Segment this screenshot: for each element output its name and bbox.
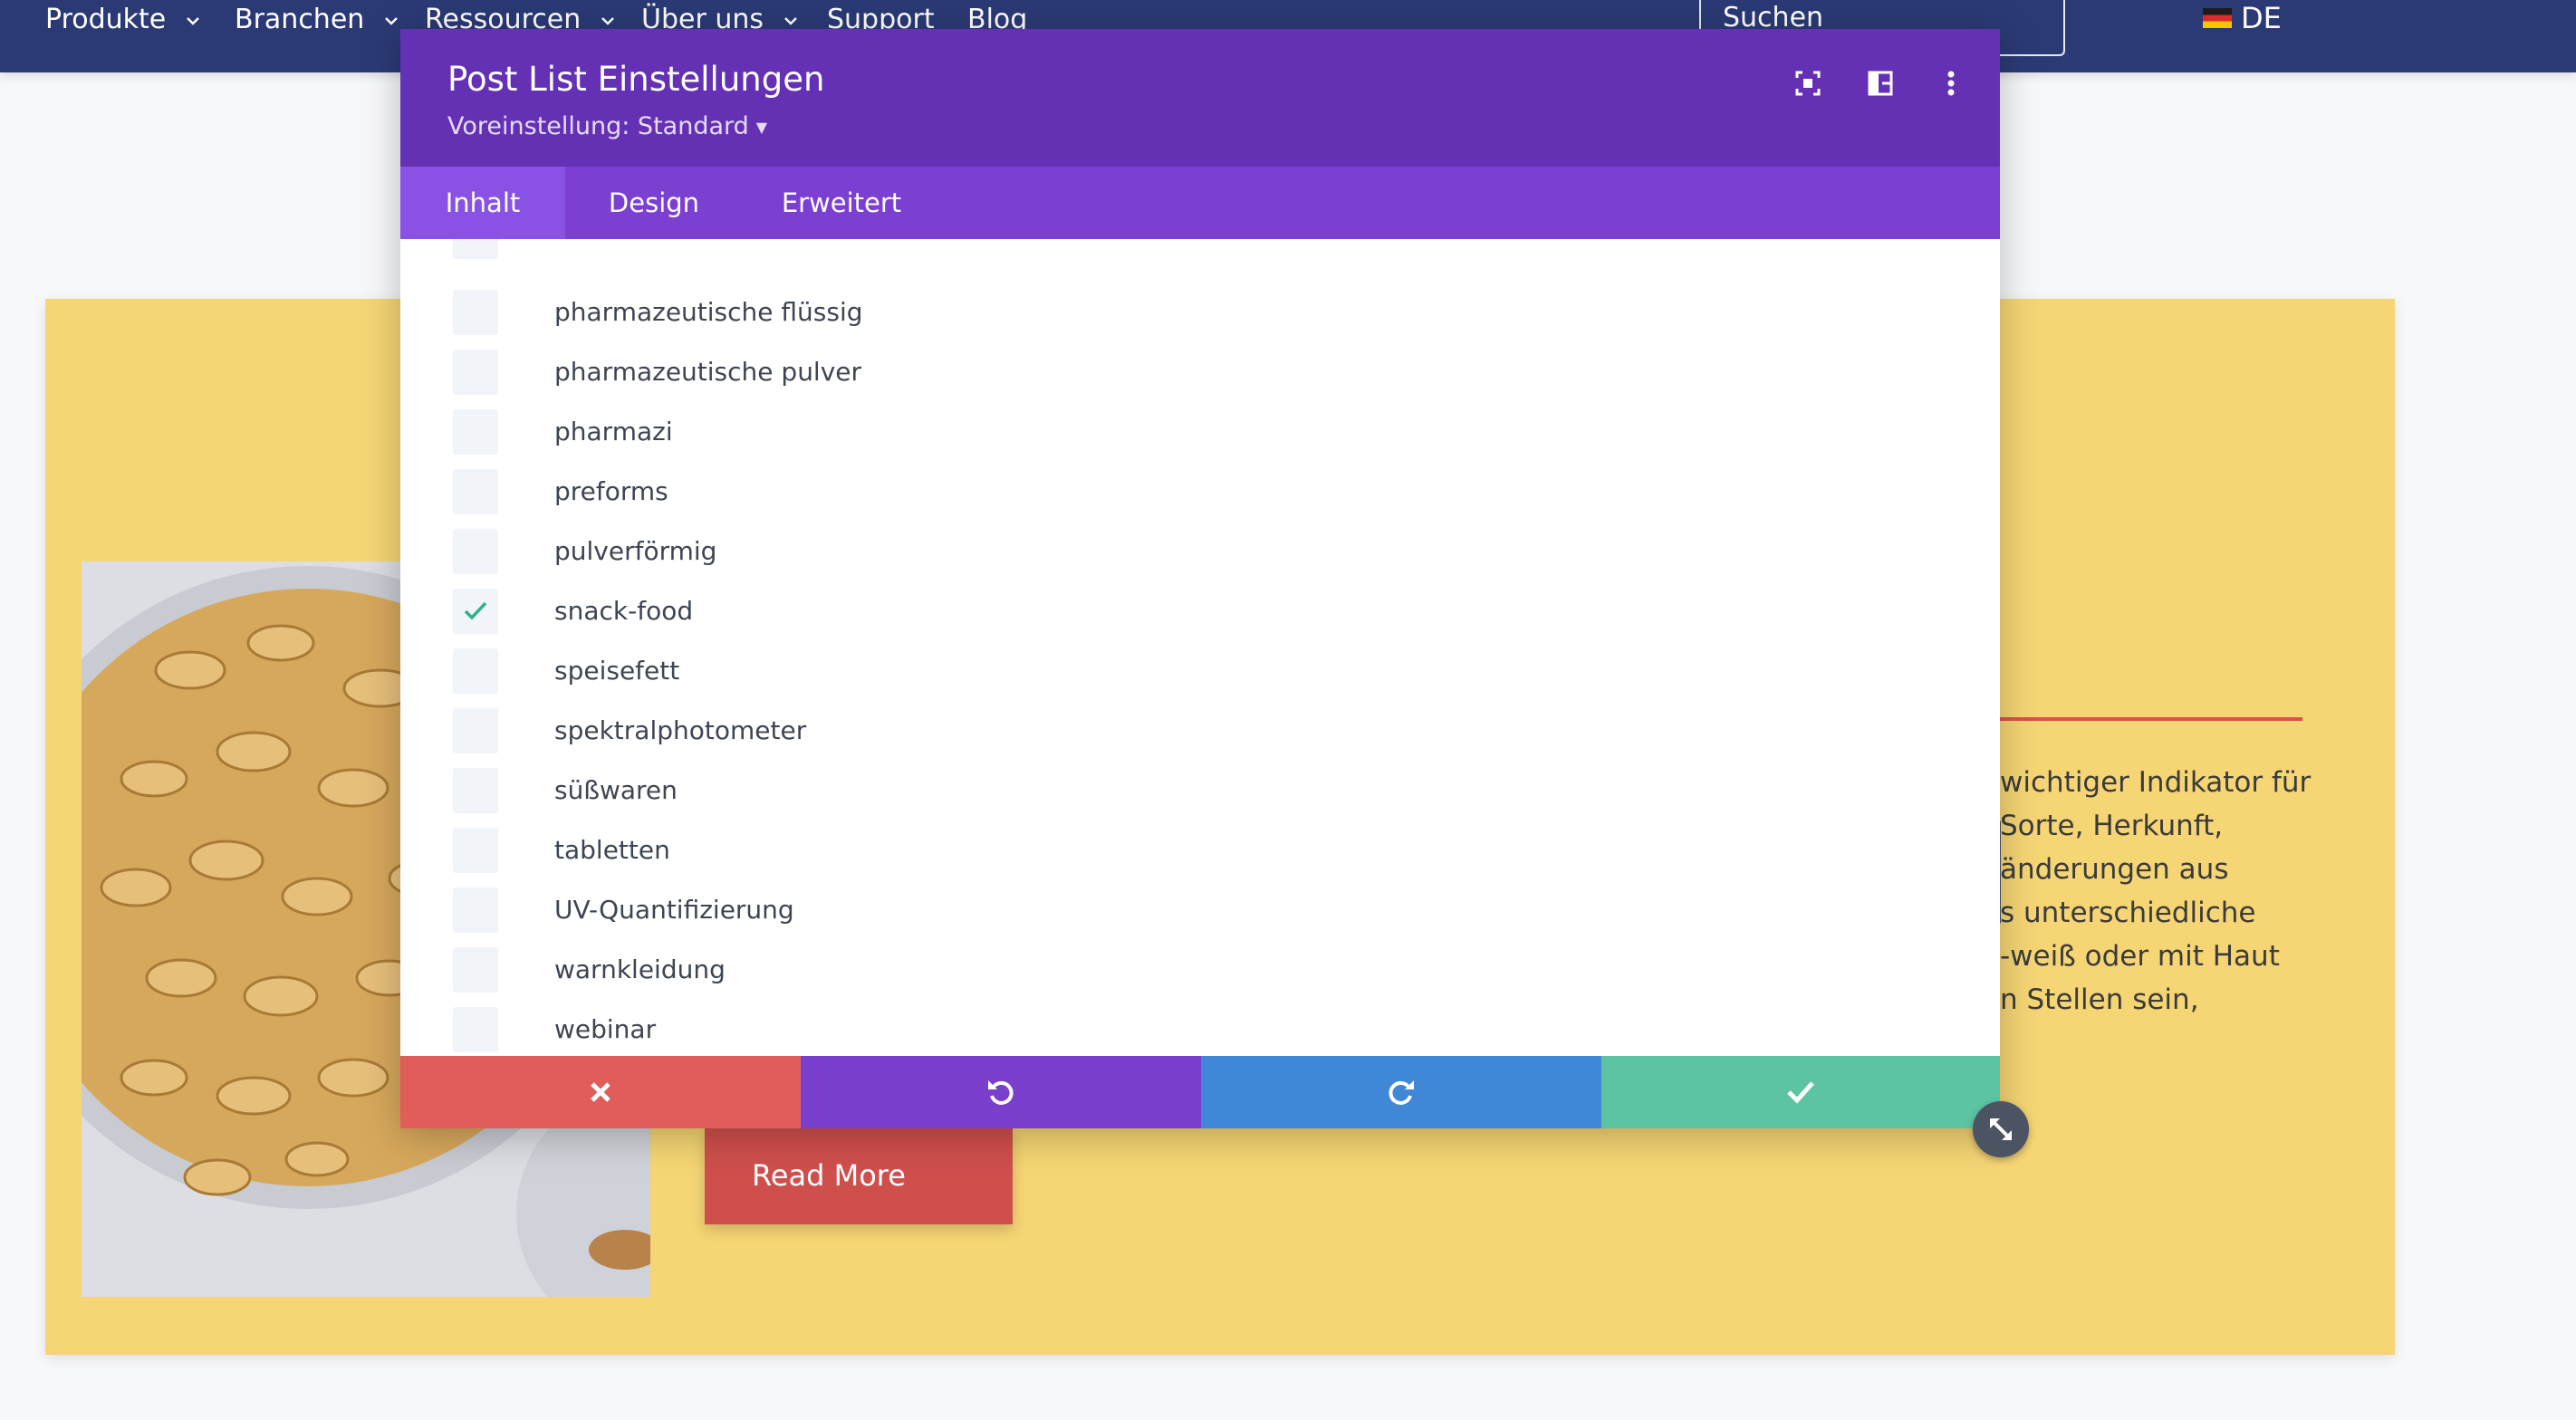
excerpt-line: n Stellen sein, [2000,983,2199,1016]
checkbox[interactable] [453,290,498,335]
category-label: warnkleidung [554,955,726,984]
category-label: pulverförmig [554,536,717,566]
german-flag-icon [2203,8,2232,28]
excerpt-line: s unterschiedliche [2000,897,2256,929]
checkbox-checked[interactable] [453,589,498,634]
checkbox[interactable] [453,469,498,514]
save-button[interactable] [1601,1056,2000,1128]
checkmark-icon [464,601,487,620]
undo-icon [988,1080,1014,1105]
sidebar-layout-icon[interactable] [1862,65,1898,101]
modal-tabs: Inhalt Design Erweitert [400,167,2000,239]
chevron-down-icon [384,16,398,25]
nav-item-label: Branchen [235,4,365,35]
divider-line [2000,717,2302,721]
checkbox[interactable] [453,648,498,694]
check-icon [1787,1081,1814,1104]
checkbox[interactable] [453,828,498,873]
checkbox[interactable] [453,350,498,395]
redo-button[interactable] [1201,1056,1601,1128]
resize-arrows-icon [1990,1118,2012,1140]
redo-icon [1389,1080,1414,1105]
nav-item-label: Produkte [45,4,167,35]
modal-header: Post List Einstellungen Voreinstellung: … [400,29,2000,167]
chevron-down-icon [601,16,614,25]
category-label: süßwaren [554,775,678,805]
excerpt-line: änderungen aus [2000,853,2229,886]
language-label: DE [2241,1,2282,35]
tab-design[interactable]: Design [565,167,743,239]
category-label: spektralphotometer [554,715,807,745]
post-excerpt: wichtiger Indikator für Sorte, Herkunft,… [2000,761,2344,1022]
checkbox[interactable] [453,768,498,813]
category-label: tabletten [554,835,670,865]
discard-button[interactable] [400,1056,801,1128]
preset-label: Voreinstellung: Standard [447,112,749,140]
category-label: UV-Quantifizierung [554,895,794,925]
category-label: webinar [554,1014,657,1044]
checkbox[interactable] [453,529,498,574]
category-label: pharmazi [554,417,673,446]
excerpt-line: Sorte, Herkunft, [2000,810,2224,842]
modal-footer [400,1056,2000,1128]
modal-title: Post List Einstellungen [447,60,825,99]
undo-button[interactable] [801,1056,1201,1128]
preset-selector[interactable]: Voreinstellung: Standard ▼ [447,112,767,140]
resize-handle[interactable] [1973,1101,2029,1157]
tab-inhalt[interactable]: Inhalt [400,167,565,239]
more-vertical-icon[interactable] [1933,65,1969,101]
checkbox[interactable] [453,708,498,753]
tab-erweitert[interactable]: Erweitert [743,167,940,239]
excerpt-line: wichtiger Indikator für [2000,766,2312,799]
fullscreen-icon[interactable] [1790,65,1826,101]
category-label: snack-food [554,596,694,626]
checkbox[interactable] [453,888,498,933]
checkbox[interactable] [453,239,498,259]
settings-modal: Post List Einstellungen Voreinstellung: … [400,29,2000,1128]
category-label: preforms [554,476,668,506]
checkbox[interactable] [453,947,498,993]
excerpt-line: -weiß oder mit Haut [2000,940,2280,973]
read-more-button[interactable]: Read More [705,1127,1013,1224]
category-label: pharmazeutische pulver [554,357,862,387]
category-label: pharmazeutische flüssig [554,297,863,327]
category-label: speisefett [554,656,680,686]
caret-down-icon: ▼ [755,119,768,136]
language-switcher[interactable]: DE [2203,0,2282,40]
category-checklist: pharmazeutische flüssig pharmazeutische … [400,239,2000,1054]
nav-item-branchen[interactable]: Branchen [235,0,399,40]
checkbox[interactable] [453,1007,498,1052]
close-icon [591,1082,610,1102]
chevron-down-icon [783,16,797,25]
checkbox[interactable] [453,409,498,455]
nav-item-produkte[interactable]: Produkte [45,0,200,40]
chevron-down-icon [186,16,199,25]
